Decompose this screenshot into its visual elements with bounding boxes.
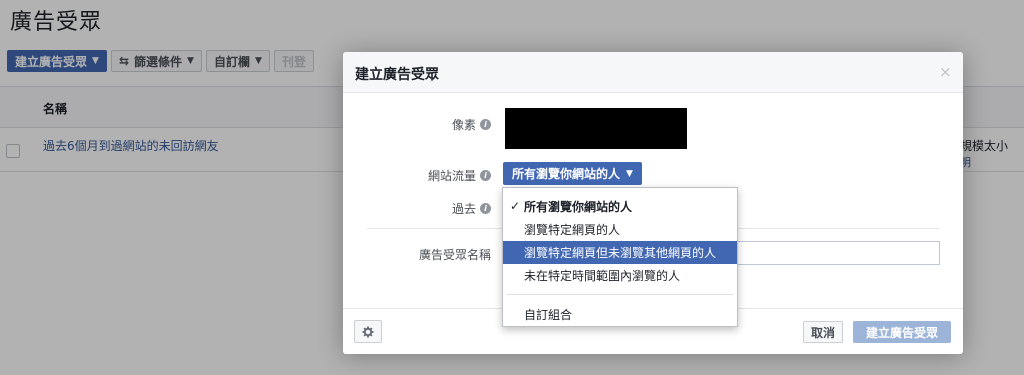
cancel-button[interactable]: 取消 [803,321,844,343]
audience-name-input[interactable] [737,241,940,265]
info-icon[interactable]: i [480,203,491,214]
info-icon[interactable]: i [480,119,491,130]
pixel-field-label: 像素 i [343,116,491,133]
pixel-label: 像素 [451,118,476,132]
create-audience-submit-button[interactable]: 建立廣告受眾 [853,321,951,343]
menu-item-custom-combination[interactable]: 自訂組合 [503,303,737,326]
traffic-dropdown-menu: ✓ 所有瀏覽你網站的人 瀏覽特定網頁的人 瀏覽特定網頁但未瀏覽其他網頁的人 未在… [502,187,738,327]
menu-item-specific-pages-exclude[interactable]: 瀏覽特定網頁但未瀏覽其他網頁的人 [503,241,737,264]
info-icon[interactable]: i [480,170,491,181]
dialog-title: 建立廣告受眾 [355,67,439,83]
audience-name-label: 廣告受眾名稱 [418,248,491,262]
menu-item-label: 所有瀏覽你網站的人 [524,200,633,214]
menu-item-not-visited-timeframe[interactable]: 未在特定時間範圍內瀏覽的人 [503,264,737,287]
past-field-label: 過去 i [343,200,491,217]
settings-button[interactable] [354,320,382,343]
menu-divider [507,294,733,295]
traffic-field-label: 網站流量 i [343,167,491,184]
menu-item-label: 未在特定時間範圍內瀏覽的人 [524,269,681,283]
close-icon[interactable]: × [939,63,952,81]
checkmark-icon: ✓ [510,199,521,213]
menu-item-label: 瀏覽特定網頁的人 [524,223,621,237]
traffic-label: 網站流量 [427,169,476,183]
gear-icon [362,326,374,337]
chevron-down-icon: ▼ [626,168,633,179]
pixel-value-redacted [505,108,687,149]
menu-item-label: 自訂組合 [524,308,573,322]
menu-item-label: 瀏覽特定網頁但未瀏覽其他網頁的人 [524,246,717,260]
past-label: 過去 [451,202,476,216]
menu-item-specific-pages[interactable]: 瀏覽特定網頁的人 [503,218,737,241]
audience-name-field-label: 廣告受眾名稱 [343,246,491,263]
menu-item-all-visitors[interactable]: ✓ 所有瀏覽你網站的人 [503,195,737,218]
traffic-dropdown-button[interactable]: 所有瀏覽你網站的人 ▼ [503,162,642,185]
traffic-dropdown-value: 所有瀏覽你網站的人 [512,167,621,181]
